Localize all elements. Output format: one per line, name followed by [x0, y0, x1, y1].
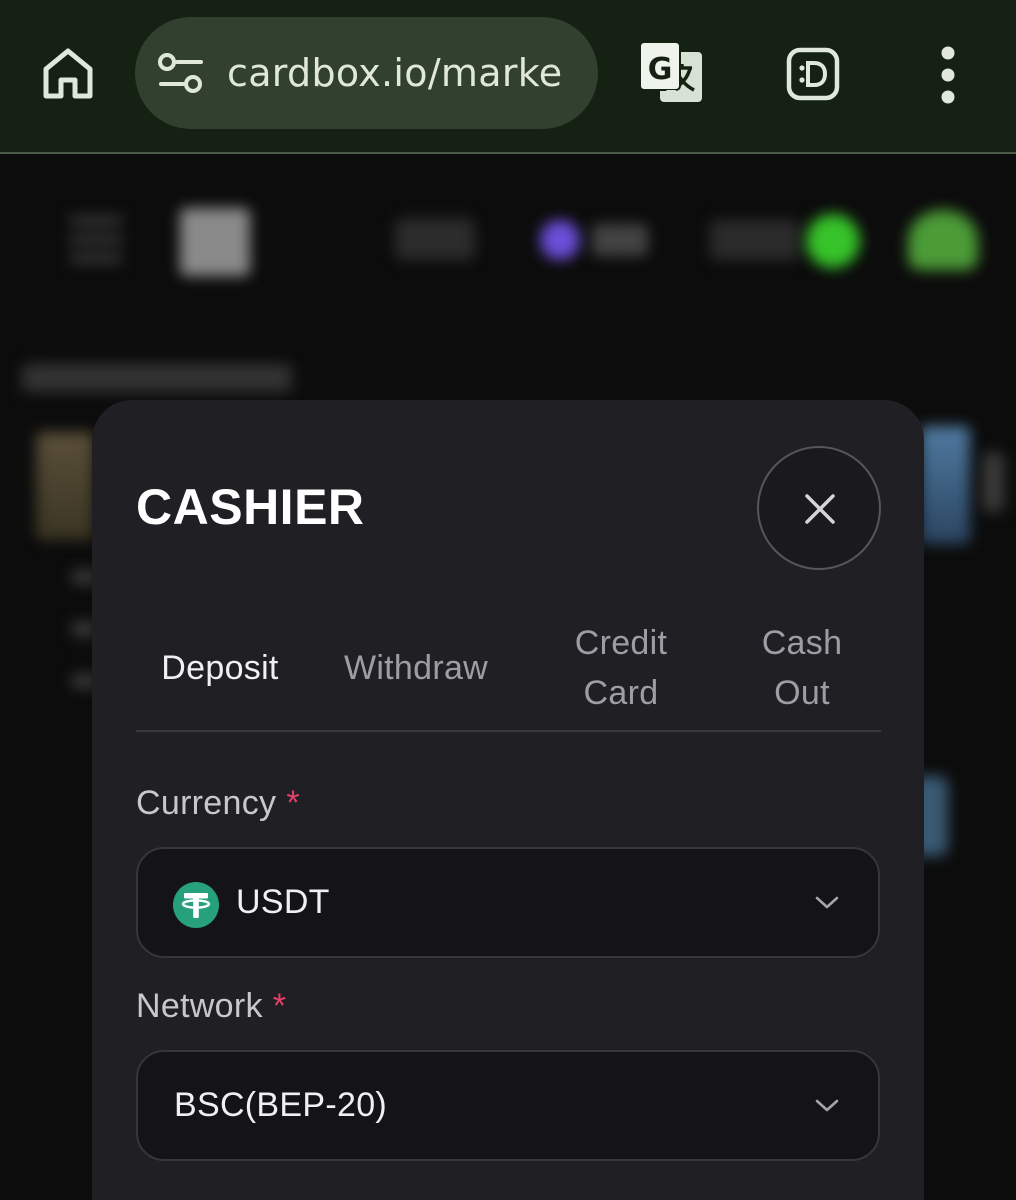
- network-label: Network *: [136, 987, 286, 1026]
- blurred-coin-balance: [592, 224, 648, 256]
- required-asterisk: *: [286, 784, 300, 822]
- blurred-logo: [180, 208, 250, 276]
- blurred-scroll-controls: [982, 452, 1004, 512]
- blurred-balance: [395, 218, 475, 260]
- site-settings-button[interactable]: [157, 51, 205, 95]
- extension-button[interactable]: [786, 47, 840, 101]
- network-select[interactable]: BSC(BEP-20): [136, 1050, 880, 1161]
- svg-text:G: G: [648, 52, 673, 87]
- url-text[interactable]: cardbox.io/marke: [227, 17, 562, 129]
- translate-icon: G: [639, 41, 702, 102]
- chevron-down-icon: [815, 1099, 839, 1112]
- tab-deposit[interactable]: Deposit: [136, 606, 304, 730]
- home-button[interactable]: [38, 42, 98, 102]
- close-icon: [805, 494, 835, 524]
- network-label-text: Network: [136, 987, 263, 1025]
- modal-title: CASHIER: [136, 479, 365, 535]
- tab-cash-out[interactable]: Cash Out: [736, 606, 868, 730]
- blurred-section-heading: [22, 364, 292, 392]
- more-vert-icon: [941, 46, 955, 104]
- currency-label: Currency *: [136, 784, 300, 823]
- blurred-card-left: [36, 432, 94, 540]
- browser-toolbar: cardbox.io/marke G: [0, 0, 1016, 154]
- cashier-tabs: Deposit Withdraw Credit Card Cash Out: [136, 606, 881, 732]
- blurred-menu-icon: [70, 216, 122, 264]
- translate-button[interactable]: G: [638, 40, 704, 106]
- address-bar[interactable]: cardbox.io/marke: [135, 17, 598, 129]
- cashier-modal: CASHIER Deposit Withdraw Credit Card Cas…: [92, 400, 924, 1200]
- blurred-card-right: [920, 426, 970, 544]
- currency-label-text: Currency: [136, 784, 277, 822]
- browser-menu-button[interactable]: [928, 45, 968, 105]
- currency-value: USDT: [236, 883, 330, 921]
- extension-icon: [786, 47, 840, 101]
- network-value: BSC(BEP-20): [174, 1086, 388, 1124]
- home-icon: [43, 48, 93, 99]
- close-button[interactable]: [757, 446, 881, 570]
- tab-credit-card[interactable]: Credit Card: [550, 606, 692, 730]
- currency-select[interactable]: USDT: [136, 847, 880, 958]
- chevron-down-icon: [815, 896, 839, 909]
- blurred-coin-icon: [540, 220, 580, 260]
- required-asterisk: *: [272, 987, 287, 1025]
- tab-withdraw[interactable]: Withdraw: [324, 606, 508, 730]
- blurred-cart: [710, 220, 800, 260]
- blurred-wallet-button: [806, 214, 860, 268]
- tune-icon: [158, 53, 203, 93]
- blurred-avatar: [908, 210, 978, 270]
- tether-icon: [173, 882, 219, 928]
